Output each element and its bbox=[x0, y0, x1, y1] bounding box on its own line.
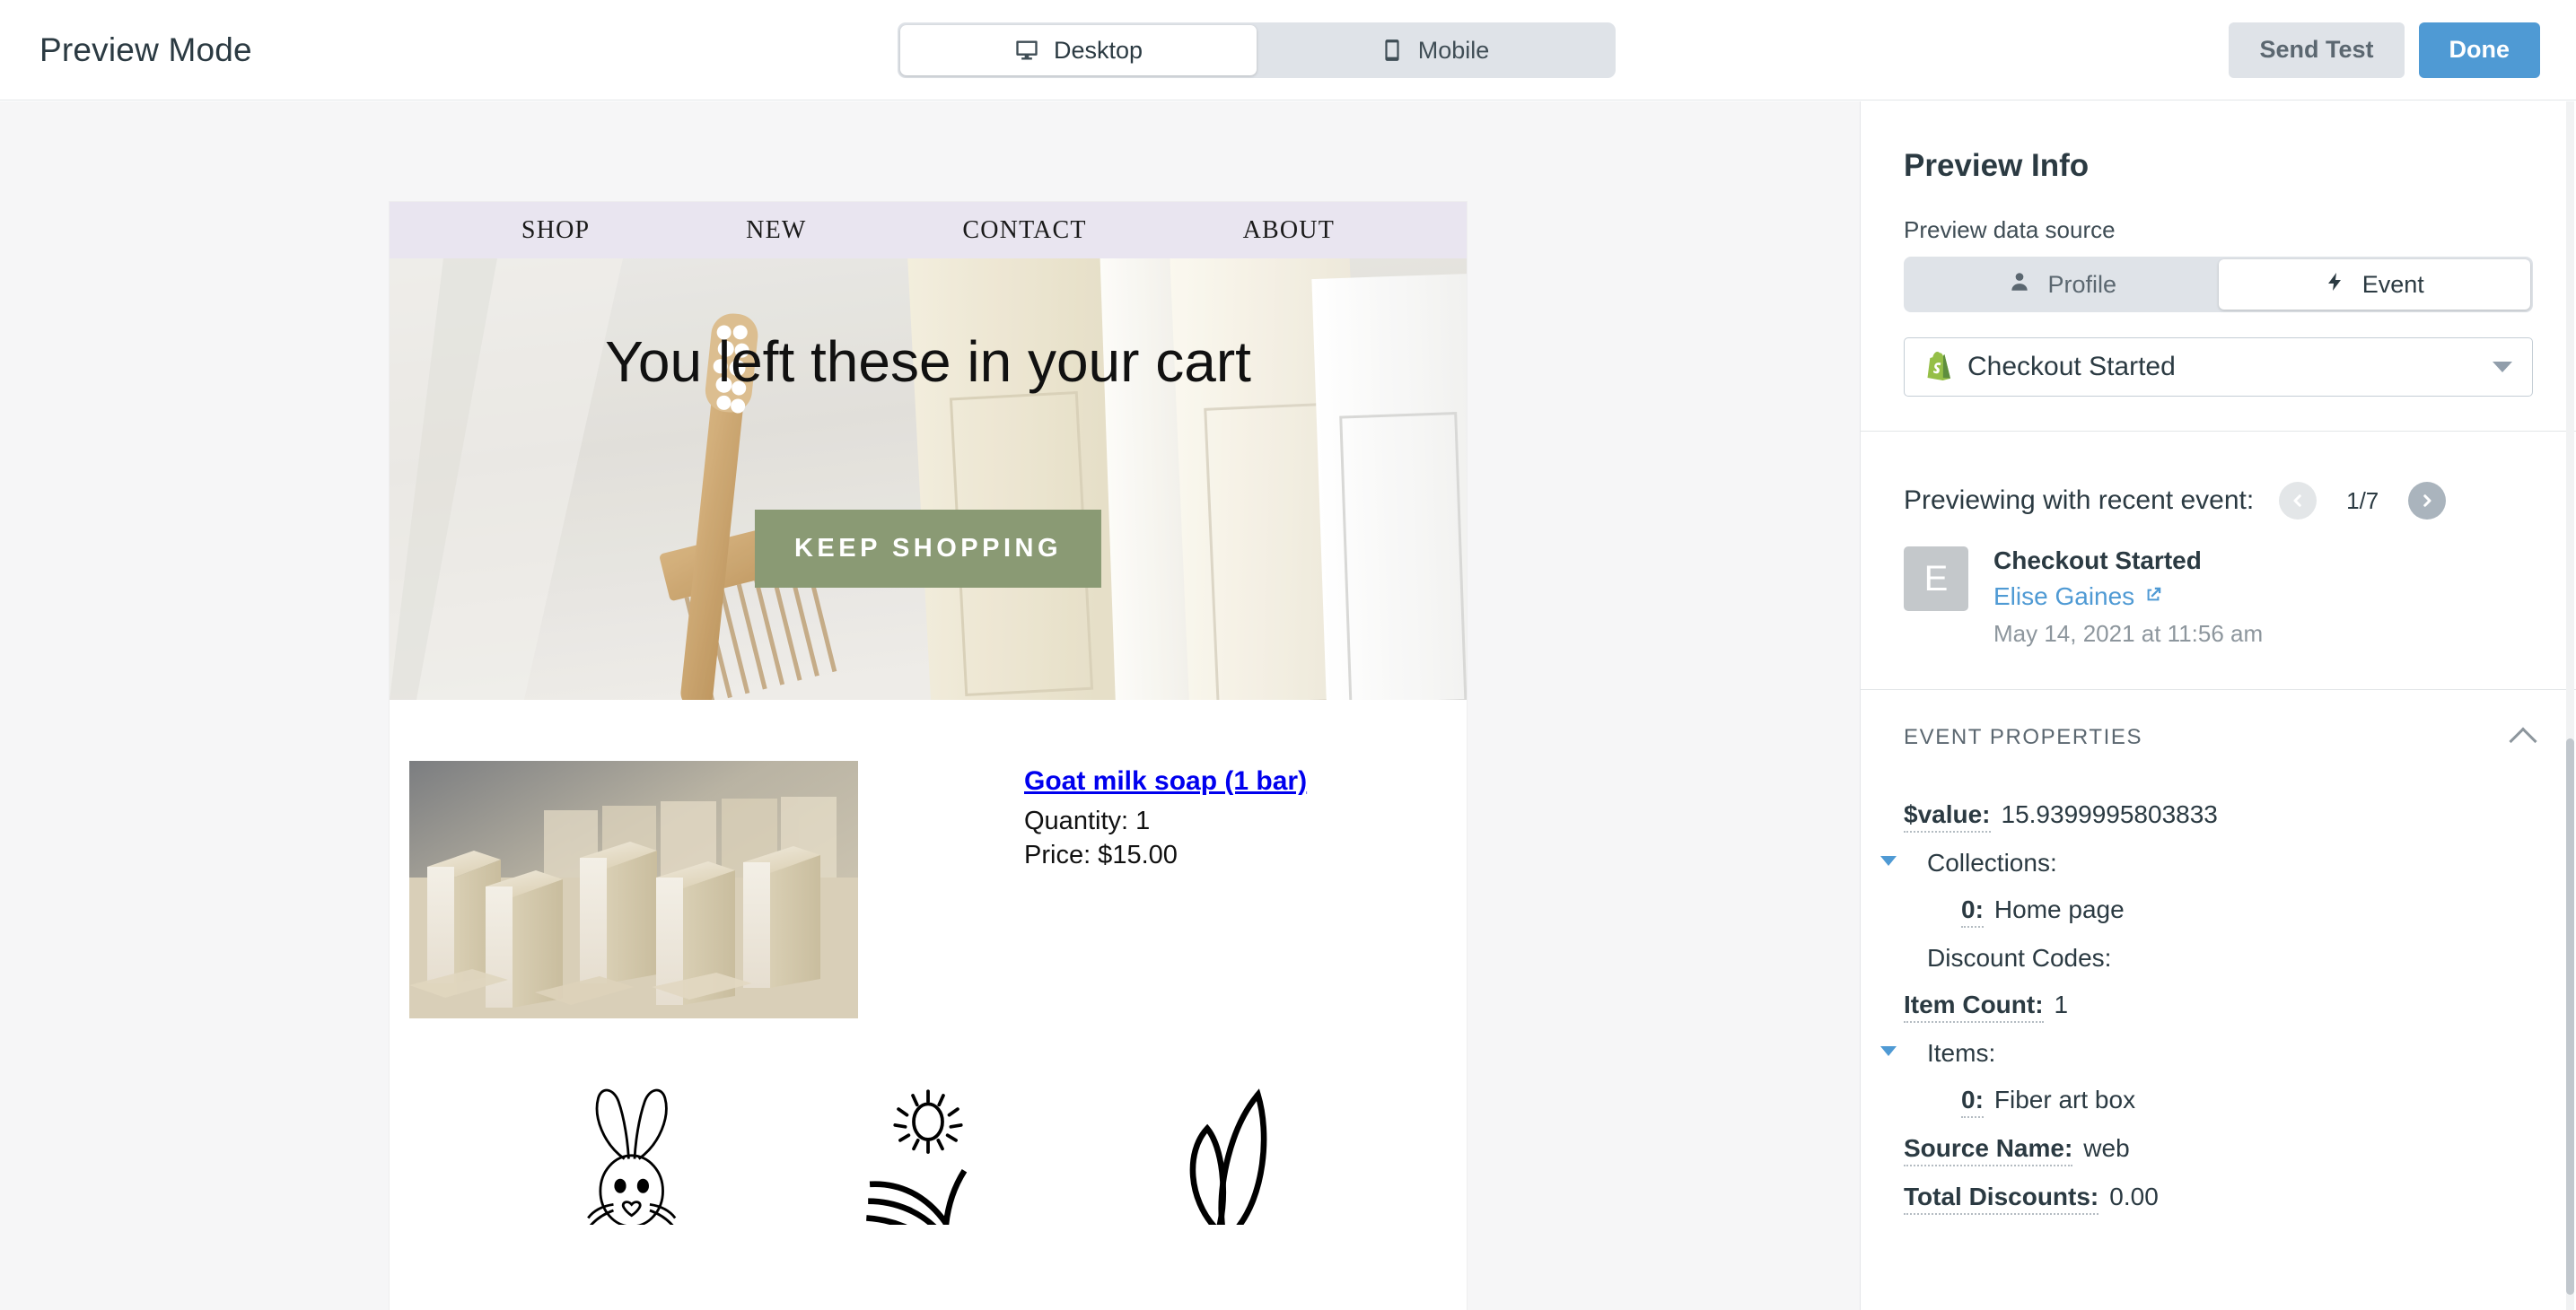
data-source-toggle[interactable]: Profile Event bbox=[1904, 257, 2533, 312]
tab-mobile-label: Mobile bbox=[1417, 36, 1490, 64]
send-test-button[interactable]: Send Test bbox=[2229, 22, 2405, 78]
disclosure-triangle-icon[interactable] bbox=[1880, 856, 1897, 866]
property-key: Item Count: bbox=[1904, 991, 2044, 1023]
chevron-down-icon[interactable] bbox=[2493, 362, 2512, 372]
event-pager-count: 1/7 bbox=[2346, 486, 2379, 514]
preview-data-source-label: Preview data source bbox=[1904, 216, 2116, 243]
product-block: Goat milk soap (1 bar) Quantity: 1 Price… bbox=[390, 700, 1467, 1018]
event-properties-section: EVENT PROPERTIES $value: 15.939999580383… bbox=[1861, 690, 2576, 1223]
property-row: 0: Fiber art box bbox=[1904, 1078, 2533, 1126]
event-select[interactable]: Checkout Started bbox=[1904, 337, 2533, 397]
recent-event-name: Checkout Started bbox=[1993, 546, 2202, 574]
top-bar: Preview Mode Desktop Mobile Send Test Do… bbox=[0, 0, 2576, 100]
next-event-button[interactable] bbox=[2408, 482, 2447, 520]
sun-over-field-icon bbox=[843, 1081, 1013, 1225]
event-properties-list: $value: 15.9399995803833 Collections: 0:… bbox=[1880, 767, 2533, 1223]
preview-info-section: Preview Info Preview data source Profile bbox=[1861, 101, 2576, 397]
tab-event-label: Event bbox=[2361, 270, 2424, 298]
property-row: Source Name: web bbox=[1904, 1126, 2533, 1175]
email-preview-canvas: SHOP NEW CONTACT ABOUT You left these in… bbox=[0, 101, 1860, 1310]
recent-event-row: Previewing with recent event: 1/7 bbox=[1904, 432, 2533, 520]
lightning-bolt-icon bbox=[2325, 270, 2346, 300]
property-row: Items: bbox=[1880, 1031, 2533, 1078]
email-nav: SHOP NEW CONTACT ABOUT bbox=[390, 202, 1467, 258]
recent-event-card: E Checkout Started Elise Gaines May 14, … bbox=[1904, 520, 2533, 689]
avatar: E bbox=[1904, 546, 1968, 611]
tab-desktop-label: Desktop bbox=[1053, 36, 1143, 64]
property-row: Total Discounts: 0.00 bbox=[1904, 1175, 2533, 1223]
email-nav-about[interactable]: ABOUT bbox=[1243, 216, 1335, 245]
preview-info-sidebar: Preview Info Preview data source Profile bbox=[1860, 101, 2576, 1310]
recent-event-timestamp: May 14, 2021 at 11:56 am bbox=[1993, 620, 2264, 647]
property-value: Home page bbox=[1993, 895, 2125, 923]
email-nav-new[interactable]: NEW bbox=[746, 216, 806, 245]
external-link-icon bbox=[2143, 582, 2163, 611]
tab-desktop[interactable]: Desktop bbox=[900, 25, 1257, 75]
property-value: Fiber art box bbox=[1993, 1086, 2136, 1114]
recent-event-person-name: Elise Gaines bbox=[1993, 582, 2135, 610]
product-info: Goat milk soap (1 bar) Quantity: 1 Price… bbox=[858, 761, 1307, 1018]
product-price: Price: $15.00 bbox=[1024, 841, 1178, 870]
shopify-icon bbox=[1924, 350, 1951, 385]
event-pager: 1/7 bbox=[2279, 482, 2447, 520]
hero-headline: You left these in your cart bbox=[605, 329, 1251, 394]
recent-event-person-link[interactable]: Elise Gaines bbox=[1993, 582, 2263, 611]
leaf-plant-icon bbox=[1136, 1081, 1307, 1225]
property-key: $value: bbox=[1904, 800, 1991, 833]
email-card: SHOP NEW CONTACT ABOUT You left these in… bbox=[390, 202, 1467, 1310]
property-row: $value: 15.9399995803833 bbox=[1904, 792, 2533, 841]
sidebar-scrollbar-thumb[interactable] bbox=[2566, 738, 2574, 1295]
keep-shopping-button[interactable]: KEEP SHOPPING bbox=[754, 510, 1102, 588]
recent-event-label: Previewing with recent event: bbox=[1904, 485, 2255, 515]
bunny-icon bbox=[549, 1081, 720, 1225]
email-hero: You left these in your cart KEEP SHOPPIN… bbox=[390, 258, 1467, 700]
person-icon bbox=[2008, 270, 2031, 300]
property-value: web bbox=[2083, 1134, 2130, 1162]
property-key: 0: bbox=[1961, 1086, 1984, 1118]
property-row: Discount Codes: bbox=[1904, 936, 2533, 982]
event-properties-header[interactable]: EVENT PROPERTIES bbox=[1904, 690, 2537, 767]
property-value: 1 bbox=[2054, 991, 2069, 1018]
chevron-up-icon[interactable] bbox=[2509, 727, 2537, 755]
hero-photo bbox=[390, 258, 1467, 700]
prev-event-button[interactable] bbox=[2279, 482, 2318, 520]
property-row: Item Count: 1 bbox=[1904, 982, 2533, 1031]
product-image bbox=[409, 761, 858, 1018]
property-row: Collections: bbox=[1880, 841, 2533, 887]
email-nav-shop[interactable]: SHOP bbox=[521, 216, 590, 245]
property-key: 0: bbox=[1961, 895, 1984, 928]
recent-event-section: Previewing with recent event: 1/7 E Chec bbox=[1861, 432, 2576, 689]
property-value: 0.00 bbox=[2109, 1183, 2159, 1210]
email-nav-contact[interactable]: CONTACT bbox=[962, 216, 1086, 245]
tab-mobile[interactable]: Mobile bbox=[1257, 25, 1613, 75]
event-properties-title: EVENT PROPERTIES bbox=[1904, 725, 2143, 749]
property-key: Total Discounts: bbox=[1904, 1183, 2099, 1215]
disclosure-triangle-icon[interactable] bbox=[1880, 1046, 1897, 1056]
property-key: Discount Codes: bbox=[1927, 944, 2112, 972]
product-quantity: Quantity: 1 bbox=[1024, 807, 1151, 835]
recent-event-details: Checkout Started Elise Gaines May 14, 20… bbox=[1993, 546, 2263, 648]
event-select-value: Checkout Started bbox=[1967, 352, 2176, 381]
tab-profile[interactable]: Profile bbox=[1906, 259, 2219, 310]
sidebar-title: Preview Info bbox=[1904, 148, 2090, 183]
property-key: Source Name: bbox=[1904, 1134, 2073, 1166]
page-title: Preview Mode bbox=[39, 31, 252, 68]
property-key: Collections: bbox=[1927, 849, 2057, 877]
feature-icon-row bbox=[390, 1018, 1467, 1225]
tab-profile-label: Profile bbox=[2047, 270, 2117, 298]
topbar-actions: Send Test Done bbox=[2229, 22, 2540, 78]
product-title-link[interactable]: Goat milk soap (1 bar) bbox=[1024, 766, 1307, 797]
tab-event[interactable]: Event bbox=[2218, 259, 2530, 310]
property-row: 0: Home page bbox=[1904, 887, 2533, 936]
mobile-icon bbox=[1380, 39, 1404, 62]
done-button[interactable]: Done bbox=[2418, 22, 2540, 78]
property-key: Items: bbox=[1927, 1039, 1996, 1067]
device-preview-toggle[interactable]: Desktop Mobile bbox=[898, 22, 1616, 78]
desktop-icon bbox=[1014, 38, 1039, 63]
property-value: 15.9399995803833 bbox=[2001, 800, 2218, 828]
